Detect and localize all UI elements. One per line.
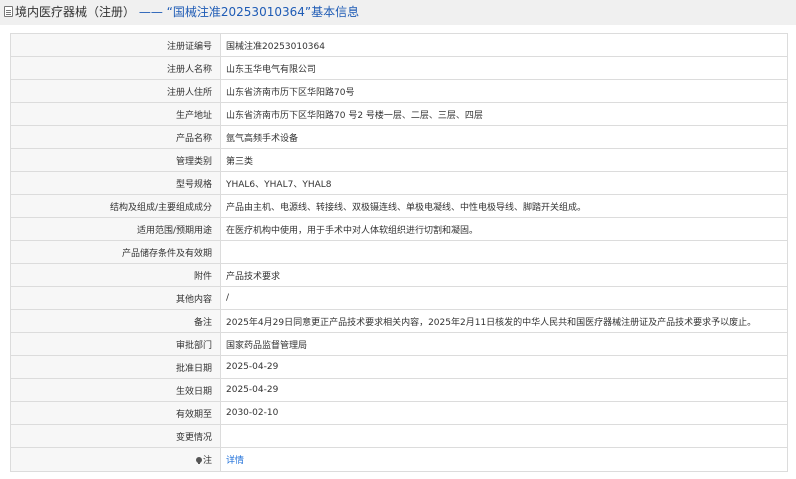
row-label: 产品名称 [10, 125, 221, 149]
table-row: 有效期至 2030-02-10 [10, 401, 788, 425]
row-value: 国械注准20253010364 [220, 33, 788, 57]
details-link[interactable]: 详情 [226, 456, 244, 466]
info-table-body: 注册证编号 国械注准20253010364 注册人名称 山东玉华电气有限公司 注册人… [10, 33, 788, 472]
header-separator: —— [138, 5, 163, 19]
header-title: “国械注准20253010364”基本信息 [166, 5, 360, 19]
table-row: 附件 产品技术要求 [10, 263, 788, 287]
row-label: 备注 [10, 309, 221, 333]
header-category: 境内医疗器械（注册） [15, 5, 136, 19]
row-label: 生效日期 [10, 378, 221, 402]
note-label-cell: 注 [10, 447, 221, 472]
table-row: 产品储存条件及有效期 [10, 240, 788, 264]
tip-icon [195, 457, 202, 464]
table-row: 适用范围/预期用途 在医疗机构中使用，用于手术中对人体软组织进行切割和凝固。 [10, 217, 788, 241]
table-row: 批准日期 2025-04-29 [10, 355, 788, 379]
row-value: 2030-02-10 [220, 401, 788, 425]
row-label: 附件 [10, 263, 221, 287]
info-table: 注册证编号 国械注准20253010364 注册人名称 山东玉华电气有限公司 注册人… [10, 33, 788, 472]
page-header: 境内医疗器械（注册） —— “国械注准20253010364”基本信息 [0, 0, 796, 25]
table-row: 注册人住所 山东省济南市历下区华阳路70号 [10, 79, 788, 103]
row-value: 国家药品监督管理局 [220, 332, 788, 356]
document-icon [4, 6, 13, 17]
row-value: 山东省济南市历下区华阳路70 号2 号楼一层、二层、三层、四层 [220, 102, 788, 126]
row-value: 山东省济南市历下区华阳路70号 [220, 79, 788, 103]
table-row: 注册证编号 国械注准20253010364 [10, 33, 788, 57]
table-row: 管理类别 第三类 [10, 148, 788, 172]
row-value: YHAL6、YHAL7、YHAL8 [220, 171, 788, 195]
table-row: 生效日期 2025-04-29 [10, 378, 788, 402]
row-value: 在医疗机构中使用，用于手术中对人体软组织进行切割和凝固。 [220, 217, 788, 241]
row-value: 2025年4月29日同意更正产品技术要求相关内容，2025年2月11日核发的中华… [220, 309, 788, 333]
note-value-cell: 详情 [220, 447, 788, 472]
table-row: 产品名称 氩气高频手术设备 [10, 125, 788, 149]
row-label: 批准日期 [10, 355, 221, 379]
note-label: 注 [202, 456, 212, 466]
table-row: 结构及组成/主要组成成分 产品由主机、电源线、转接线、双极镊连线、单极电凝线、中性… [10, 194, 788, 218]
row-label: 生产地址 [10, 102, 221, 126]
row-value: / [220, 286, 788, 310]
table-row: 生产地址 山东省济南市历下区华阳路70 号2 号楼一层、二层、三层、四层 [10, 102, 788, 126]
row-label: 变更情况 [10, 424, 221, 448]
row-value: 氩气高频手术设备 [220, 125, 788, 149]
row-label: 注册证编号 [10, 33, 221, 57]
row-value: 山东玉华电气有限公司 [220, 56, 788, 80]
note-row: 注 详情 [10, 447, 788, 472]
row-label: 适用范围/预期用途 [10, 217, 221, 241]
row-value: 2025-04-29 [220, 378, 788, 402]
row-label: 管理类别 [10, 148, 221, 172]
row-label: 型号规格 [10, 171, 221, 195]
table-row: 变更情况 [10, 424, 788, 448]
table-row: 注册人名称 山东玉华电气有限公司 [10, 56, 788, 80]
row-label: 产品储存条件及有效期 [10, 240, 221, 264]
table-row: 审批部门 国家药品监督管理局 [10, 332, 788, 356]
table-row: 备注 2025年4月29日同意更正产品技术要求相关内容，2025年2月11日核发的… [10, 309, 788, 333]
table-row: 其他内容 / [10, 286, 788, 310]
row-label: 结构及组成/主要组成成分 [10, 194, 221, 218]
row-value: 第三类 [220, 148, 788, 172]
row-label: 有效期至 [10, 401, 221, 425]
row-label: 注册人住所 [10, 79, 221, 103]
table-row: 型号规格 YHAL6、YHAL7、YHAL8 [10, 171, 788, 195]
row-label: 其他内容 [10, 286, 221, 310]
row-value [220, 424, 788, 448]
row-value [220, 240, 788, 264]
row-value: 2025-04-29 [220, 355, 788, 379]
row-value: 产品技术要求 [220, 263, 788, 287]
row-label: 注册人名称 [10, 56, 221, 80]
row-label: 审批部门 [10, 332, 221, 356]
row-value: 产品由主机、电源线、转接线、双极镊连线、单极电凝线、中性电极导线、脚踏开关组成。 [220, 194, 788, 218]
